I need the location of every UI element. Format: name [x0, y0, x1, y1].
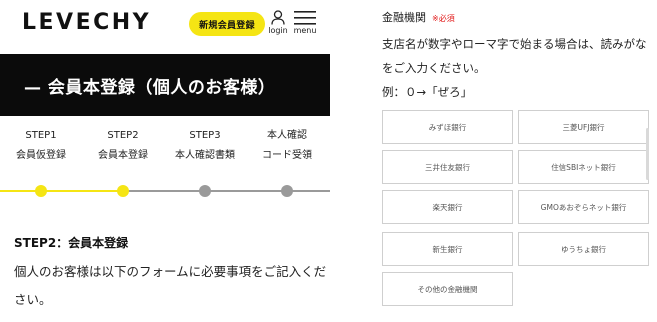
- signup-button[interactable]: 新規会員登録: [189, 12, 265, 36]
- bank-option-sbi-net[interactable]: 住信SBIネット銀行: [518, 150, 649, 184]
- step-item: 本人確認 コード受領: [246, 126, 328, 166]
- reading-example: 例：０→「ぜろ」: [382, 85, 473, 99]
- section-title: STEP2：会員本登録: [14, 236, 129, 250]
- login-label: login: [268, 26, 288, 35]
- hamburger-icon: [294, 11, 316, 25]
- bank-option-rakuten[interactable]: 楽天銀行: [382, 190, 513, 224]
- progress-step-dot: [35, 185, 47, 197]
- reading-note: 支店名が数字やローマ字で始まる場合は、読みがなをご入力ください。: [382, 37, 647, 75]
- bank-field-label: 金融機関 ※必須: [382, 9, 455, 25]
- bank-option-yucho[interactable]: ゆうちょ銀行: [518, 232, 649, 266]
- step-item: STEP1 会員仮登録: [0, 126, 82, 166]
- menu-label: menu: [293, 26, 317, 35]
- progress-line-remaining: [123, 190, 330, 192]
- bank-option-gmo-aozora[interactable]: GMOあおぞらネット銀行: [518, 190, 649, 224]
- step-list: STEP1 会員仮登録 STEP2 会員本登録 STEP3 本人確認書類 本人確…: [0, 126, 330, 166]
- step-item: STEP2 会員本登録: [82, 126, 164, 166]
- page-title: — 会員本登録（個人のお客様）: [24, 77, 276, 98]
- progress-step-dot: [199, 185, 211, 197]
- bank-label-text: 金融機関: [382, 11, 426, 24]
- step-number: 本人確認: [267, 130, 307, 141]
- right-panel: 金融機関 ※必須 支店名が数字やローマ字で始まる場合は、読みがなをご入力ください。…: [345, 0, 657, 322]
- menu-button[interactable]: menu: [291, 10, 319, 35]
- bank-option-mizuho[interactable]: みずほ銀行: [382, 110, 513, 144]
- section-description: 個人のお客様は以下のフォームに必要事項をご記入ください。: [14, 264, 327, 307]
- step-label: 会員仮登録: [16, 150, 66, 161]
- left-panel: LEVECHY 新規会員登録 login menu — 会員本登録（個人のお客様…: [0, 0, 345, 322]
- progress-line-complete: [0, 190, 123, 192]
- bank-option-mufg[interactable]: 三菱UFJ銀行: [518, 110, 649, 144]
- step-label: コード受領: [262, 150, 312, 161]
- step-number: STEP1: [25, 130, 57, 141]
- bank-option-other[interactable]: その他の金融機関: [382, 272, 513, 306]
- bank-option-shinsei[interactable]: 新生銀行: [382, 232, 513, 266]
- step-item: STEP3 本人確認書類: [164, 126, 246, 166]
- logo[interactable]: LEVECHY: [22, 10, 151, 35]
- step-label: 会員本登録: [98, 150, 148, 161]
- required-badge: ※必須: [432, 14, 455, 23]
- page-title-banner: — 会員本登録（個人のお客様）: [0, 54, 330, 116]
- login-button[interactable]: login: [266, 10, 290, 35]
- bank-option-smbc[interactable]: 三井住友銀行: [382, 150, 513, 184]
- step-label: 本人確認書類: [175, 150, 235, 161]
- step-number: STEP2: [107, 130, 139, 141]
- progress-step-dot: [117, 185, 129, 197]
- progress-step-dot: [281, 185, 293, 197]
- step-number: STEP3: [189, 130, 221, 141]
- scrollbar[interactable]: [646, 128, 649, 180]
- step-progress-bar: [0, 184, 330, 198]
- bank-note: 支店名が数字やローマ字で始まる場合は、読みがなをご入力ください。 例：０→「ぜろ…: [382, 32, 652, 104]
- user-icon: [271, 10, 285, 25]
